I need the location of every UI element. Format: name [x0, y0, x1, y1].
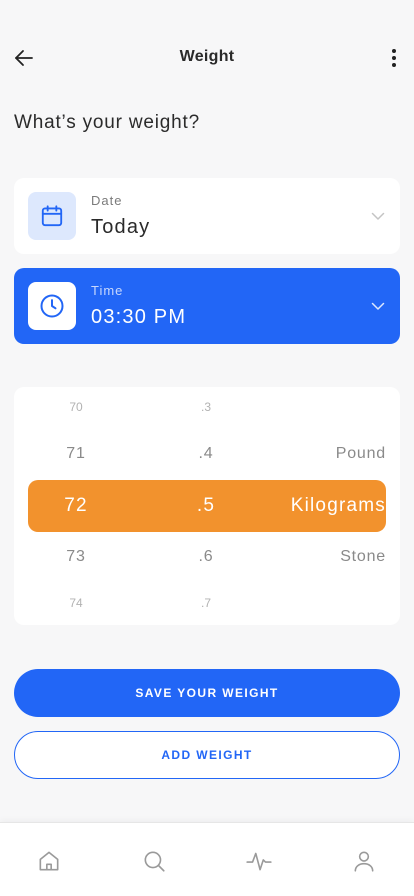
picker-unit: Pound — [335, 445, 386, 462]
time-value: 03:30 PM — [91, 306, 187, 328]
nav-search[interactable] — [138, 845, 170, 877]
date-icon-box — [28, 192, 76, 240]
picker-whole: 72 — [64, 495, 88, 516]
picker-row-selected[interactable]: 72 .5 Kilograms — [14, 491, 400, 521]
date-value: Today — [91, 216, 151, 238]
time-icon-box — [28, 282, 76, 330]
picker-unit: Stone — [340, 548, 386, 565]
home-icon — [39, 851, 59, 871]
more-vertical-icon — [392, 49, 396, 53]
more-menu-button[interactable] — [378, 42, 410, 74]
calendar-icon — [41, 205, 63, 227]
picker-row[interactable]: 74 .7 — [14, 588, 400, 618]
date-label: Date — [91, 193, 123, 208]
picker-decimal: .3 — [200, 400, 211, 414]
picker-unit: Kilograms — [290, 495, 386, 516]
weight-question: What’s your weight? — [14, 112, 200, 133]
picker-row[interactable]: 70 .3 — [14, 392, 400, 422]
time-selector[interactable]: Time 03:30 PM — [14, 268, 400, 344]
header: Weight — [0, 36, 414, 80]
clock-icon — [40, 294, 64, 318]
nav-home[interactable] — [33, 845, 65, 877]
weight-screen: Weight What’s your weight? Date Today Ti… — [0, 0, 414, 896]
weight-picker[interactable]: 70 .3 71 .4 Pound 72 .5 Kilograms 73 .6 … — [14, 387, 400, 625]
chevron-down-icon — [371, 302, 385, 310]
activity-icon — [246, 852, 272, 871]
search-icon — [144, 851, 165, 872]
nav-profile[interactable] — [348, 845, 380, 877]
page-title: Weight — [179, 48, 235, 65]
nav-activity[interactable] — [243, 845, 275, 877]
chevron-down-icon — [371, 212, 385, 220]
bottom-navigation — [0, 822, 414, 896]
picker-decimal: .4 — [198, 445, 214, 462]
picker-decimal: .6 — [198, 548, 214, 565]
save-weight-button[interactable]: SAVE YOUR WEIGHT — [14, 669, 400, 717]
picker-decimal: .7 — [200, 596, 211, 610]
date-selector[interactable]: Date Today — [14, 178, 400, 254]
time-label: Time — [91, 283, 124, 298]
add-weight-button[interactable]: ADD WEIGHT — [14, 731, 400, 779]
picker-row[interactable]: 71 .4 Pound — [14, 439, 400, 469]
picker-whole: 74 — [69, 596, 83, 610]
picker-whole: 71 — [66, 445, 86, 462]
picker-decimal: .5 — [196, 495, 216, 516]
profile-icon — [354, 851, 374, 872]
picker-row[interactable]: 73 .6 Stone — [14, 542, 400, 572]
picker-whole: 70 — [69, 400, 83, 414]
picker-whole: 73 — [66, 548, 86, 565]
